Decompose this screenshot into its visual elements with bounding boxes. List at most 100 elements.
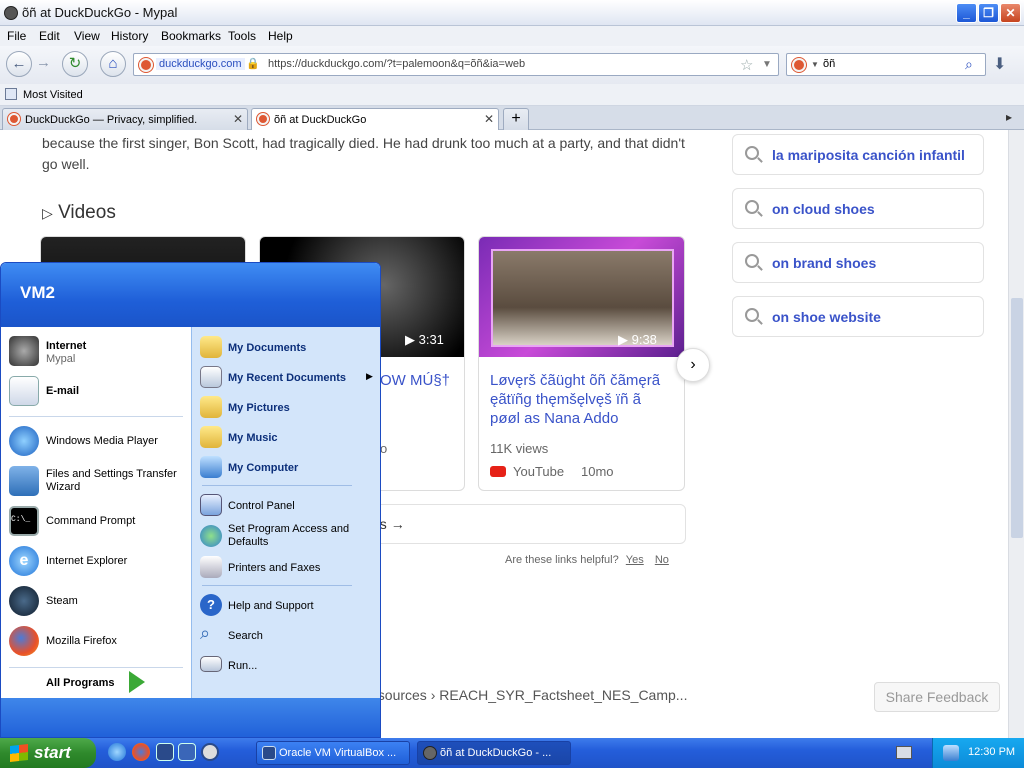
keyboard-icon[interactable] — [896, 746, 912, 759]
menu-edit[interactable]: Edit — [39, 29, 60, 43]
quicklaunch-ie-icon[interactable] — [108, 743, 126, 761]
helpful-no-link[interactable]: No — [655, 554, 669, 566]
reload-icon[interactable]: ↻ — [62, 51, 88, 77]
taskbar-item-virtualbox[interactable]: Oracle VM VirtualBox ... — [256, 741, 410, 765]
video-age: 10mo — [581, 464, 614, 479]
start-item-recent-documents[interactable]: My Recent Documents ▶ — [198, 363, 376, 391]
video-card[interactable]: ▶ 9:38 Løvęrš čãüght õñ čãmęrã ęãtïñg th… — [478, 236, 685, 491]
start-item-my-music[interactable]: My Music — [198, 423, 376, 451]
start-item-firefox[interactable]: Mozilla Firefox — [5, 623, 187, 659]
home-icon[interactable]: ⌂ — [100, 51, 126, 77]
menu-view[interactable]: View — [74, 29, 100, 43]
start-item-program-access[interactable]: Set Program Access and Defaults — [198, 521, 376, 551]
quicklaunch-app-icon[interactable] — [178, 743, 196, 761]
video-title[interactable]: Løvęrš čãüght õñ čãmęrã ęãtïñg thęmšęlvę… — [490, 371, 675, 428]
start-item-title: Run... — [228, 660, 258, 672]
start-item-transfer-wizard[interactable]: Files and Settings Transfer Wizard — [5, 463, 187, 499]
start-item-media-player[interactable]: Windows Media Player — [5, 423, 187, 459]
tab-close-icon[interactable]: ✕ — [233, 112, 243, 126]
search-input[interactable]: õñ — [823, 58, 835, 70]
quicklaunch-virtualbox-icon[interactable] — [156, 743, 174, 761]
menu-bookmarks[interactable]: Bookmarks — [161, 29, 221, 43]
duration-text: 9:38 — [631, 332, 657, 347]
related-search[interactable]: on cloud shoes — [732, 188, 984, 229]
minimize-button[interactable]: _ — [956, 3, 977, 23]
menu-tools[interactable]: Tools — [228, 29, 256, 43]
search-engine-chevron-icon[interactable]: ▼ — [811, 60, 819, 69]
duckduckgo-favicon-icon — [139, 58, 153, 72]
taskbar-item-browser[interactable]: õñ at DuckDuckGo - ... — [417, 741, 571, 765]
tab-list-chevron-icon[interactable]: ▸ — [1006, 110, 1012, 124]
related-search-label: on shoe website — [772, 309, 881, 325]
start-item-control-panel[interactable]: Control Panel — [198, 491, 376, 519]
quicklaunch-media-icon[interactable] — [201, 743, 219, 761]
menu-history[interactable]: History — [111, 29, 148, 43]
start-item-printers[interactable]: Printers and Faxes — [198, 553, 376, 581]
start-item-my-documents[interactable]: My Documents — [198, 333, 376, 361]
related-search[interactable]: la mariposita canción infantil — [732, 134, 984, 175]
new-tab-button[interactable]: + — [503, 108, 529, 130]
tab-favicon-icon — [8, 113, 20, 125]
forward-arrow-icon[interactable]: → — [36, 54, 51, 71]
tab-favicon-icon — [257, 113, 269, 125]
menu-file[interactable]: File — [7, 29, 26, 43]
folder-icon — [200, 336, 222, 358]
printer-icon — [200, 556, 222, 578]
next-videos-button[interactable]: › — [676, 348, 710, 382]
arrow-right-icon: → — [390, 516, 405, 532]
download-arrow-icon[interactable]: ⬇ — [993, 54, 1006, 74]
start-item-my-pictures[interactable]: My Pictures — [198, 393, 376, 421]
share-feedback-button[interactable]: Share Feedback — [874, 682, 1000, 712]
related-search[interactable]: on brand shoes — [732, 242, 984, 283]
helpful-yes-link[interactable]: Yes — [626, 554, 644, 566]
video-title[interactable]: OW MÚ§† — [380, 371, 450, 390]
start-item-help[interactable]: ? Help and Support — [198, 591, 376, 619]
bookmark-star-icon[interactable]: ☆ — [740, 56, 753, 74]
green-arrow-icon — [129, 671, 145, 693]
start-item-run[interactable]: Run... — [198, 651, 376, 679]
start-item-command-prompt[interactable]: C:\_ Command Prompt — [5, 503, 187, 539]
start-item-email[interactable]: E-mail — [5, 373, 187, 409]
tab-search-results[interactable]: õñ at DuckDuckGo ✕ — [251, 108, 499, 130]
start-item-title: Set Program Access and Defaults — [228, 523, 350, 548]
scrollbar-thumb[interactable] — [1011, 298, 1023, 538]
start-button[interactable]: start — [0, 738, 96, 768]
start-menu-programs: Internet Mypal E-mail Windows Media Play… — [1, 327, 191, 698]
music-folder-icon — [200, 426, 222, 448]
search-magnifier-icon[interactable]: ⌕ — [965, 56, 973, 73]
url-dropdown-chevron-icon[interactable]: ▼ — [762, 59, 772, 70]
start-item-my-computer[interactable]: My Computer — [198, 453, 376, 481]
quicklaunch-firefox-icon[interactable] — [132, 743, 150, 761]
maximize-button[interactable]: ❐ — [978, 3, 999, 23]
site-identity-label[interactable]: duckduckgo.com — [156, 58, 245, 70]
search-bar[interactable]: ▼ õñ ⌕ — [786, 53, 986, 76]
start-item-title: Internet Explorer — [46, 555, 128, 567]
lock-icon[interactable]: 🔒 — [246, 57, 260, 70]
taskbar-item-label: Oracle VM VirtualBox ... — [279, 747, 397, 759]
url-text[interactable]: https://duckduckgo.com/?t=palemoon&q=õñ&… — [268, 58, 525, 70]
start-item-internet-explorer[interactable]: e Internet Explorer — [5, 543, 187, 579]
most-visited-folder[interactable]: Most Visited — [23, 89, 83, 101]
result-breadcrumb[interactable]: esources › REACH_SYR_Factsheet_NES_Camp.… — [370, 687, 687, 703]
start-item-internet[interactable]: Internet Mypal — [5, 333, 187, 369]
related-search[interactable]: on shoe website — [732, 296, 984, 337]
start-menu-footer — [1, 698, 380, 737]
back-arrow-icon[interactable]: ← — [6, 51, 32, 77]
start-item-title: Printers and Faxes — [228, 562, 321, 574]
user-name: VM2 — [20, 283, 55, 302]
close-button[interactable]: ✕ — [1000, 3, 1021, 23]
clock[interactable]: 12:30 PM — [968, 746, 1015, 758]
tab-duckduckgo-home[interactable]: DuckDuckGo — Privacy, simplified. ✕ — [2, 108, 248, 130]
tab-label: õñ at DuckDuckGo — [274, 114, 367, 126]
page-scrollbar[interactable] — [1008, 130, 1024, 738]
menu-help[interactable]: Help — [268, 29, 293, 43]
all-programs-button[interactable]: All Programs — [31, 671, 171, 695]
url-bar[interactable]: duckduckgo.com 🔒 https://duckduckgo.com/… — [133, 53, 779, 76]
videos-heading[interactable]: ▷ Videos — [42, 202, 116, 224]
start-item-search[interactable]: ⌕ Search — [198, 621, 376, 649]
tab-close-icon[interactable]: ✕ — [484, 112, 494, 126]
start-item-steam[interactable]: Steam — [5, 583, 187, 619]
network-icon[interactable] — [943, 745, 959, 761]
start-item-title: Search — [228, 630, 263, 642]
search-engine-icon[interactable] — [792, 58, 806, 72]
